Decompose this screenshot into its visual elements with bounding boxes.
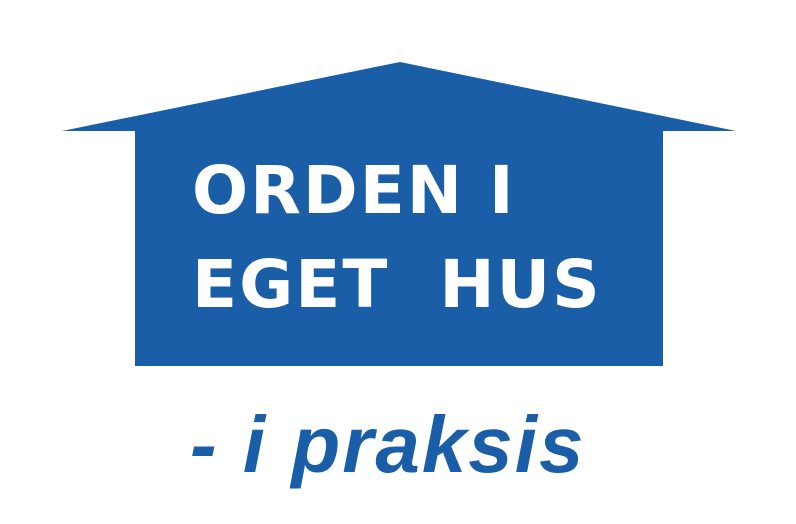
logo-line-2: EGET HUS: [192, 246, 602, 323]
logo-tagline: - i praksis: [190, 400, 586, 489]
logo-line-1: ORDEN I: [192, 152, 516, 229]
house-roof: [62, 62, 736, 131]
